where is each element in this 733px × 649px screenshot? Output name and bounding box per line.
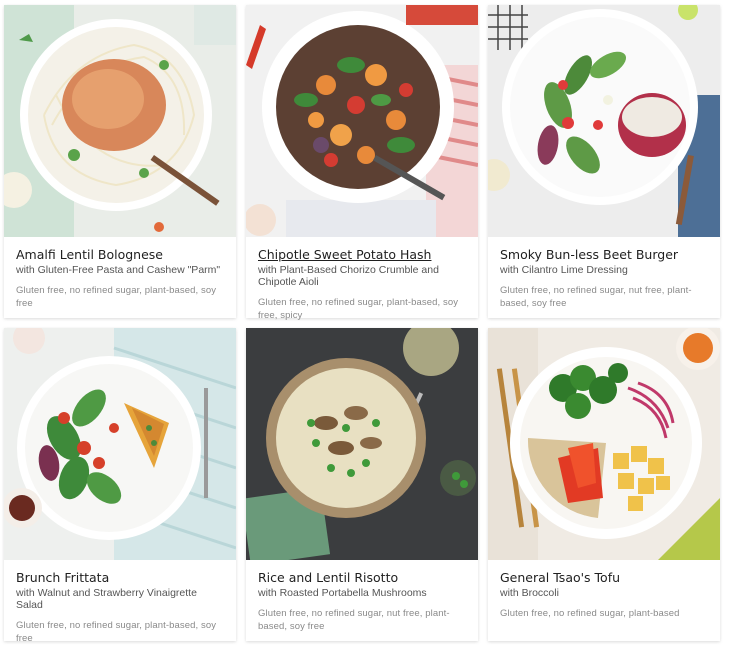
recipe-grid: Amalfi Lentil Bolognese with Gluten-Free…	[4, 5, 720, 644]
recipe-info: Chipotle Sweet Potato Hash with Plant-Ba…	[246, 237, 478, 322]
recipe-photo[interactable]	[246, 5, 478, 237]
recipe-subtitle: with Plant-Based Chorizo Crumble and Chi…	[258, 264, 439, 288]
recipe-dietary-tags: Gluten free, no refined sugar, plant-bas…	[500, 608, 680, 619]
recipe-photo[interactable]	[488, 328, 720, 560]
recipe-subtitle: with Cilantro Lime Dressing	[500, 264, 628, 276]
recipe-card-general-tsaos-tofu[interactable]: General Tsao's Tofu with Broccoli Gluten…	[488, 328, 720, 641]
recipe-info: Smoky Bun-less Beet Burger with Cilantro…	[488, 237, 720, 310]
recipe-dietary-tags: Gluten free, no refined sugar, plant-bas…	[16, 285, 217, 309]
recipe-photo[interactable]	[4, 5, 236, 237]
recipe-photo[interactable]	[246, 328, 478, 560]
recipe-card-amalfi-lentil-bolognese[interactable]: Amalfi Lentil Bolognese with Gluten-Free…	[4, 5, 236, 318]
recipe-title[interactable]: Rice and Lentil Risotto	[258, 570, 466, 585]
recipe-subtitle: with Walnut and Strawberry Vinaigrette S…	[16, 587, 197, 611]
recipe-info: Amalfi Lentil Bolognese with Gluten-Free…	[4, 237, 236, 310]
recipe-info: Rice and Lentil Risotto with Roasted Por…	[246, 560, 478, 633]
recipe-card-brunch-frittata[interactable]: Brunch Frittata with Walnut and Strawber…	[4, 328, 236, 644]
recipe-card-smoky-bun-less-beet-burger[interactable]: Smoky Bun-less Beet Burger with Cilantro…	[488, 5, 720, 318]
recipe-dietary-tags: Gluten free, no refined sugar, plant-bas…	[16, 620, 217, 644]
recipe-info: Brunch Frittata with Walnut and Strawber…	[4, 560, 236, 645]
recipe-photo[interactable]	[4, 328, 236, 560]
recipe-subtitle: with Broccoli	[500, 587, 559, 599]
recipe-dietary-tags: Gluten free, no refined sugar, plant-bas…	[258, 297, 459, 321]
recipe-card-chipotle-sweet-potato-hash[interactable]: Chipotle Sweet Potato Hash with Plant-Ba…	[246, 5, 478, 321]
recipe-title[interactable]: Amalfi Lentil Bolognese	[16, 247, 224, 262]
recipe-dietary-tags: Gluten free, no refined sugar, nut free,…	[500, 285, 692, 309]
recipe-subtitle: with Roasted Portabella Mushrooms	[258, 587, 427, 599]
recipe-card-rice-and-lentil-risotto[interactable]: Rice and Lentil Risotto with Roasted Por…	[246, 328, 478, 641]
recipe-title[interactable]: Smoky Bun-less Beet Burger	[500, 247, 708, 262]
recipe-subtitle: with Gluten-Free Pasta and Cashew "Parm"	[16, 264, 221, 276]
recipe-info: General Tsao's Tofu with Broccoli Gluten…	[488, 560, 720, 621]
recipe-title[interactable]: Brunch Frittata	[16, 570, 224, 585]
recipe-title[interactable]: Chipotle Sweet Potato Hash	[258, 247, 466, 262]
recipe-photo[interactable]	[488, 5, 720, 237]
recipe-title[interactable]: General Tsao's Tofu	[500, 570, 708, 585]
recipe-dietary-tags: Gluten free, no refined sugar, nut free,…	[258, 608, 450, 632]
